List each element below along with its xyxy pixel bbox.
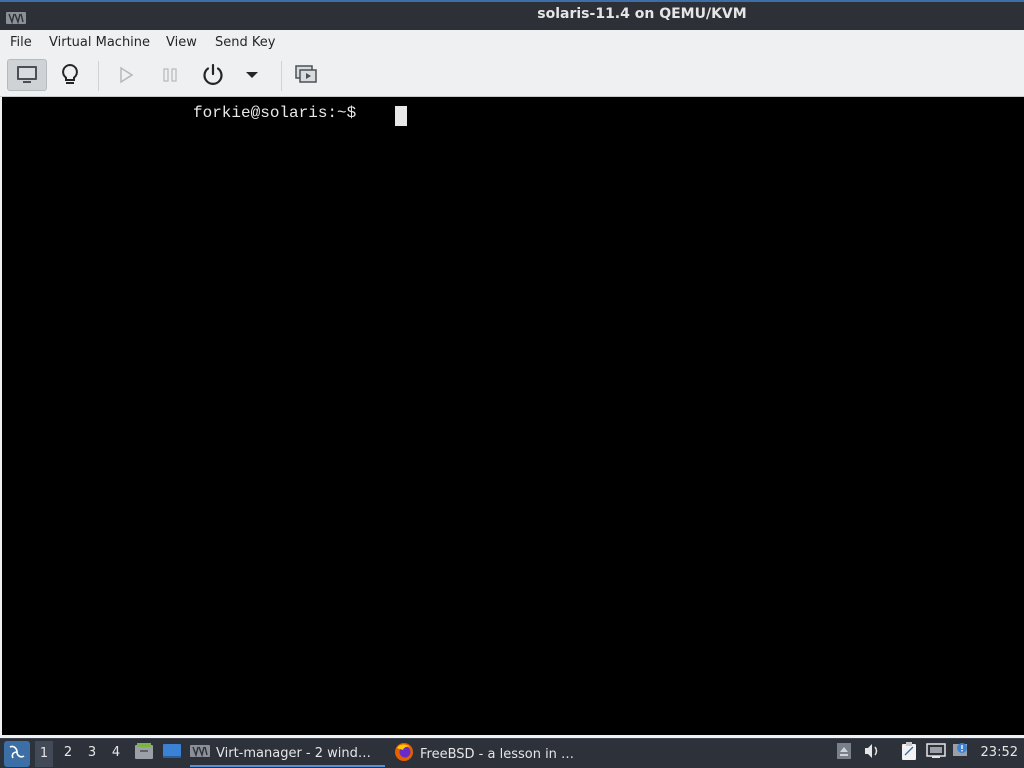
menu-send-key[interactable]: Send Key: [215, 35, 275, 50]
network-icon: [926, 743, 946, 763]
show-desktop-launcher[interactable]: [162, 743, 182, 763]
menubar: File Virtual Machine View Send Key: [0, 30, 1024, 55]
taskbar: 1 2 3 4 Virt-manager - 2 wind… FreeBSD -…: [0, 738, 1024, 768]
pause-button[interactable]: [150, 59, 190, 91]
console-view-icon: [16, 65, 38, 85]
workspace-1[interactable]: 1: [35, 741, 53, 767]
toolbar: [0, 55, 1024, 97]
menu-virtual-machine[interactable]: Virtual Machine: [49, 35, 150, 50]
notification-icon: [952, 742, 970, 764]
menu-view[interactable]: View: [166, 35, 197, 50]
virt-manager-icon: [190, 745, 210, 761]
network-tray-button[interactable]: [926, 743, 946, 763]
text-cursor: [395, 106, 407, 126]
virt-viewer-window: solaris-11.4 on QEMU/KVM File Virtual Ma…: [0, 0, 1024, 738]
power-menu-chevron-icon: [246, 71, 258, 79]
eject-icon: [836, 742, 852, 764]
eject-tray-button[interactable]: [834, 743, 854, 763]
shell-prompt: forkie@solaris:~$: [193, 104, 366, 122]
fullscreen-button[interactable]: [286, 59, 326, 91]
file-manager-launcher[interactable]: [134, 743, 154, 763]
vm-console-display[interactable]: forkie@solaris:~$: [2, 97, 1024, 735]
file-manager-icon: [134, 742, 154, 764]
menu-file[interactable]: File: [10, 35, 32, 50]
notification-tray-button[interactable]: [951, 743, 971, 763]
pause-icon: [162, 67, 178, 83]
console-view-button[interactable]: [7, 59, 47, 91]
window-titlebar[interactable]: solaris-11.4 on QEMU/KVM: [0, 0, 1024, 30]
clipboard-tray-button[interactable]: [899, 741, 919, 765]
firefox-icon: [394, 742, 414, 766]
details-lightbulb-icon: [60, 63, 80, 87]
clipboard-icon: [900, 741, 918, 765]
taskbar-app-firefox[interactable]: FreeBSD - a lesson in …: [394, 741, 594, 767]
taskbar-clock[interactable]: 23:52: [981, 745, 1018, 760]
power-icon: [201, 63, 225, 87]
run-play-icon: [118, 66, 134, 84]
shutdown-button[interactable]: [193, 59, 233, 91]
workspace-4[interactable]: 4: [107, 745, 125, 760]
start-menu-icon: [8, 743, 26, 765]
taskbar-app-label: Virt-manager - 2 wind…: [216, 745, 371, 761]
toolbar-separator: [98, 61, 99, 91]
workspace-3[interactable]: 3: [83, 745, 101, 760]
taskbar-app-label: FreeBSD - a lesson in …: [420, 746, 575, 762]
desktop-icon: [162, 742, 182, 764]
window-title: solaris-11.4 on QEMU/KVM: [537, 6, 747, 22]
taskbar-app-virt-manager[interactable]: Virt-manager - 2 wind…: [190, 741, 385, 767]
volume-tray-button[interactable]: [862, 743, 882, 763]
toolbar-separator: [281, 61, 282, 91]
fullscreen-monitor-icon: [295, 65, 317, 85]
run-button[interactable]: [106, 59, 146, 91]
volume-icon: [863, 743, 881, 763]
shutdown-menu-button[interactable]: [232, 59, 272, 91]
start-menu-button[interactable]: [4, 741, 30, 767]
workspace-2[interactable]: 2: [59, 745, 77, 760]
details-button[interactable]: [50, 59, 90, 91]
